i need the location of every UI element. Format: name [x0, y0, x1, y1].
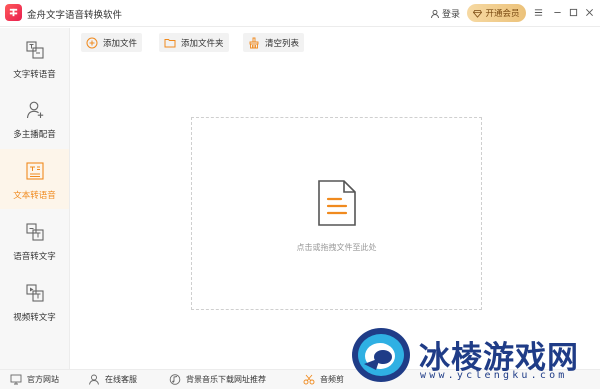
sidebar-item-label: 文本转语音 [13, 191, 56, 201]
user-icon [431, 9, 439, 18]
text-to-speech-icon [25, 41, 44, 59]
music-icon [169, 374, 181, 385]
folder-icon [164, 38, 176, 47]
app-title: 金舟文字语音转换软件 [27, 10, 123, 21]
close-icon [585, 8, 593, 16]
multi-host-icon [26, 101, 43, 119]
document-icon [318, 180, 356, 226]
close-button[interactable] [583, 6, 595, 18]
add-folder-label: 添加文件夹 [181, 38, 224, 49]
toolbar: 添加文件 添加文件夹 清空列表 [71, 28, 600, 58]
scissors-icon [303, 374, 315, 385]
music-link[interactable]: 背景音乐下载网址推荐 [169, 374, 266, 385]
watermark-url: www.yclengku.com [420, 370, 568, 381]
website-label: 官方网站 [27, 375, 59, 384]
broom-icon [249, 37, 259, 48]
watermark-logo [352, 328, 410, 382]
add-folder-button[interactable]: 添加文件夹 [159, 33, 229, 52]
monitor-icon [10, 374, 22, 385]
doc-to-speech-icon [25, 162, 44, 180]
headset-icon [89, 374, 99, 385]
file-drop-zone[interactable]: 点击或拖拽文件至此处 [191, 117, 482, 310]
vip-button[interactable]: 开通会员 [467, 4, 526, 22]
menu-button[interactable] [532, 6, 544, 18]
title-bar: 金舟文字语音转换软件 登录 开通会员 [0, 0, 600, 27]
sidebar-item-multi-host[interactable]: 多主播配音 [0, 88, 69, 148]
sidebar-item-video-to-text[interactable]: 视频转文字 [0, 271, 69, 331]
drop-hint-text: 点击或拖拽文件至此处 [296, 243, 377, 252]
minimize-button[interactable] [551, 6, 563, 18]
music-label: 背景音乐下载网址推荐 [186, 375, 266, 384]
maximize-button[interactable] [567, 6, 579, 18]
login-button[interactable]: 登录 [430, 7, 460, 20]
vip-label: 开通会员 [485, 9, 520, 19]
website-link[interactable]: 官方网站 [10, 374, 59, 385]
support-link[interactable]: 在线客服 [88, 374, 137, 385]
minimize-icon [553, 11, 561, 13]
sidebar-item-label: 多主播配音 [13, 130, 56, 140]
support-label: 在线客服 [105, 375, 137, 384]
maximize-icon [569, 8, 577, 16]
sidebar-item-text-to-speech[interactable]: 文字转语音 [0, 28, 69, 88]
sidebar: 文字转语音 多主播配音 文本转语音 语音转文字 视频转文字 [0, 28, 70, 369]
sidebar-item-label: 语音转文字 [13, 252, 56, 262]
clear-list-button[interactable]: 清空列表 [243, 33, 305, 52]
sidebar-item-doc-to-speech[interactable]: 文本转语音 [0, 149, 69, 209]
menu-icon [534, 8, 542, 16]
login-label: 登录 [442, 10, 461, 20]
add-file-button[interactable]: 添加文件 [81, 33, 143, 52]
audio-cut-label: 音频剪 [320, 375, 344, 384]
sidebar-item-speech-to-text[interactable]: 语音转文字 [0, 210, 69, 270]
diamond-icon [473, 9, 483, 18]
app-logo-icon [5, 4, 22, 21]
sidebar-item-label: 文字转语音 [13, 70, 56, 80]
video-to-text-icon [25, 284, 44, 302]
clear-list-label: 清空列表 [265, 38, 300, 49]
audio-cut-link[interactable]: 音频剪 [303, 374, 344, 385]
speech-to-text-icon [25, 223, 44, 241]
add-file-label: 添加文件 [103, 38, 138, 49]
sidebar-item-label: 视频转文字 [13, 313, 56, 323]
plus-circle-icon [86, 37, 98, 48]
